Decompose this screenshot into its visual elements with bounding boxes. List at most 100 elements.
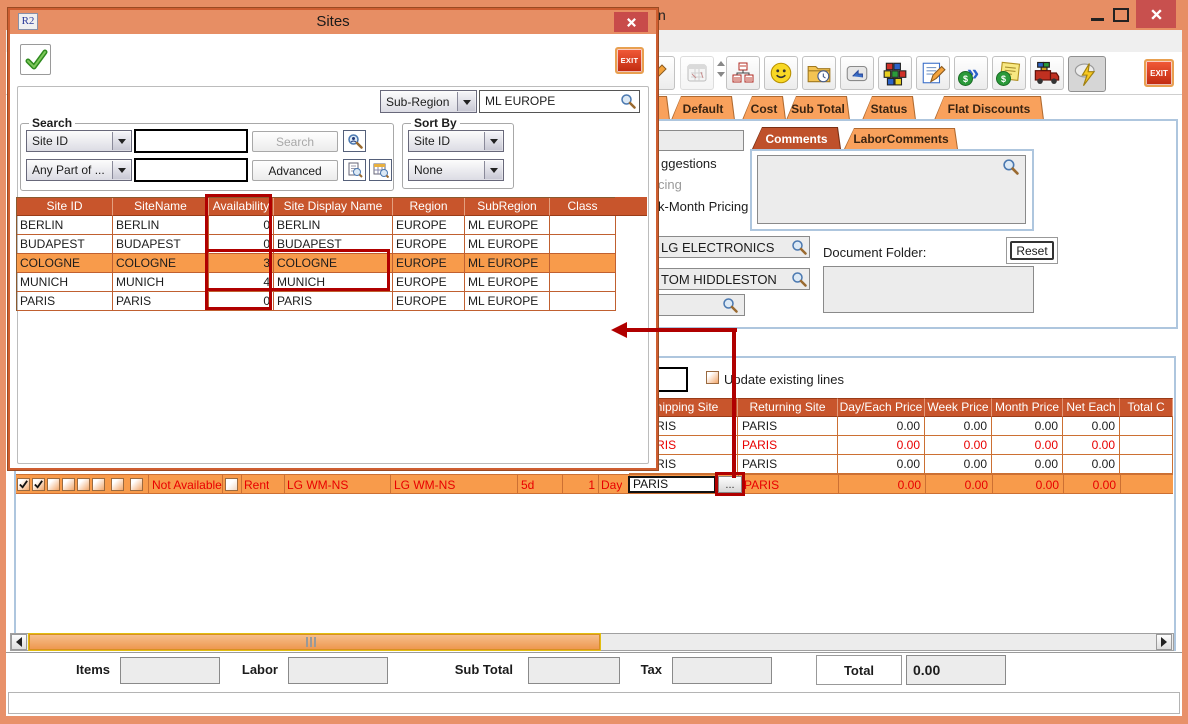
col-site-id[interactable]: Site ID: [17, 198, 113, 216]
row-checkbox-6[interactable]: [92, 478, 105, 491]
row-checkbox-3[interactable]: [47, 478, 60, 491]
advanced-doc-search-button[interactable]: [343, 159, 366, 181]
search-field-combo[interactable]: Site ID: [26, 130, 132, 152]
document-folder-box[interactable]: [823, 266, 1034, 313]
rent-checkbox[interactable]: [225, 478, 238, 491]
row-checkbox-5[interactable]: [77, 478, 90, 491]
price-note-button[interactable]: $: [992, 56, 1026, 90]
main-exit-button[interactable]: EXIT: [1144, 59, 1174, 87]
advanced-value-input[interactable]: [134, 158, 248, 182]
minimize-button[interactable]: [1086, 4, 1108, 26]
customer-button[interactable]: [764, 56, 798, 90]
chevron-down-icon[interactable]: [484, 161, 502, 179]
update-existing-lines-checkbox[interactable]: [706, 371, 719, 384]
dialog-exit-button[interactable]: EXIT: [615, 47, 644, 74]
sites-header-filler: [615, 197, 647, 216]
col-day-each-price[interactable]: Day/Each Price: [838, 398, 925, 417]
col-net-each[interactable]: Net Each: [1063, 398, 1120, 417]
annotation-available-rows: [205, 249, 390, 291]
row-checkbox-1[interactable]: [17, 478, 30, 491]
chevron-down-icon[interactable]: [484, 132, 502, 150]
tab-comments[interactable]: Comments: [752, 127, 841, 149]
advanced-grid-search-button[interactable]: [369, 159, 392, 181]
maximize-button[interactable]: [1110, 4, 1132, 26]
calendar-spinner[interactable]: [716, 58, 725, 88]
application-root: n » $: [0, 0, 1188, 724]
col-month-price[interactable]: Month Price: [992, 398, 1063, 417]
inventory-button[interactable]: [878, 56, 912, 90]
folder-history-button[interactable]: [802, 56, 836, 90]
col-week-price[interactable]: Week Price: [925, 398, 992, 417]
grid-row-2[interactable]: PARIS PARIS 0.00 0.00 0.00 0.00: [629, 436, 1173, 455]
site-row-berlin[interactable]: BERLIN BERLIN 0 BERLIN EUROPE ML EUROPE: [17, 216, 616, 235]
shipping-button[interactable]: [1030, 56, 1064, 90]
col-subregion[interactable]: SubRegion: [465, 198, 550, 216]
availability-status: Not Available: [152, 478, 222, 492]
match-type-combo[interactable]: Any Part of ...: [26, 159, 132, 181]
scroll-left-button[interactable]: [11, 634, 27, 650]
dollar-icon: $: [958, 71, 973, 86]
edit-note-button[interactable]: [916, 56, 950, 90]
vendor-search-icon[interactable]: [791, 239, 807, 258]
comments-search-icon[interactable]: [1002, 158, 1019, 178]
search-button[interactable]: Search: [252, 131, 338, 152]
main-close-button[interactable]: [1136, 0, 1176, 28]
chevron-down-icon[interactable]: [112, 161, 130, 179]
price-forward-button[interactable]: » $: [954, 56, 988, 90]
close-icon: [1150, 8, 1163, 21]
filter-field-combo[interactable]: Sub-Region: [380, 90, 477, 113]
row-checkbox-7[interactable]: [111, 478, 124, 491]
duration-value: 5d: [521, 478, 534, 492]
shipping-site-edit-cell[interactable]: PARIS: [628, 476, 716, 493]
filter-value-field[interactable]: ML EUROPE: [479, 90, 640, 113]
quick-action-button[interactable]: [1068, 56, 1106, 92]
contact-search-icon[interactable]: [791, 271, 807, 290]
check-icon: [33, 479, 44, 490]
grid-selected-row[interactable]: Not Available Rent LG WM-NS LG WM-NS 5d …: [16, 474, 1173, 494]
row-checkbox-4[interactable]: [62, 478, 75, 491]
lookup-search-icon[interactable]: [722, 297, 738, 316]
col-site-display-name[interactable]: Site Display Name: [274, 198, 393, 216]
shortcut-key-button[interactable]: [840, 56, 874, 90]
smiley-icon: [768, 60, 794, 86]
update-existing-lines-label: Update existing lines: [724, 372, 844, 387]
scrollbar-thumb[interactable]: [29, 634, 600, 650]
dialog-title: Sites: [10, 13, 656, 30]
scroll-right-button[interactable]: [1156, 634, 1172, 650]
calendar-button[interactable]: [680, 56, 714, 90]
comments-text-area[interactable]: [757, 155, 1026, 224]
tab-default[interactable]: Default: [671, 96, 735, 120]
accept-button[interactable]: [20, 44, 51, 75]
grid-row-3[interactable]: PARIS PARIS 0.00 0.00 0.00 0.00: [629, 455, 1173, 474]
row-checkbox-8[interactable]: [130, 478, 143, 491]
green-check-icon: [24, 48, 48, 72]
site-row-paris[interactable]: PARIS PARIS 0 PARIS EUROPE ML EUROPE: [17, 292, 616, 311]
col-class[interactable]: Class: [550, 198, 616, 216]
search-value-input[interactable]: [134, 129, 248, 153]
chevron-down-icon[interactable]: [457, 92, 475, 111]
grid-row-1[interactable]: PARIS PARIS 0.00 0.00 0.00 0.00: [629, 417, 1173, 436]
tab-flat-discounts[interactable]: Flat Discounts: [934, 96, 1044, 120]
advanced-button[interactable]: Advanced: [252, 160, 338, 181]
tab-labor-comments[interactable]: LaborComments: [844, 128, 958, 149]
row-checkbox-2[interactable]: [32, 478, 45, 491]
org-chart-icon: [731, 61, 755, 85]
sort-secondary-combo[interactable]: None: [408, 159, 504, 181]
reset-button[interactable]: Reset: [1010, 241, 1054, 260]
col-site-name[interactable]: SiteName: [113, 198, 209, 216]
search-lookup-button[interactable]: [343, 130, 366, 152]
col-region[interactable]: Region: [393, 198, 465, 216]
dialog-close-button[interactable]: [614, 12, 648, 32]
annotation-arrow-shaft-vertical: [732, 328, 736, 478]
close-icon: [626, 17, 637, 28]
sort-group-title: Sort By: [411, 116, 460, 130]
inventory-cubes-icon: [882, 60, 908, 86]
col-total[interactable]: Total C: [1120, 398, 1173, 417]
tab-sub-total[interactable]: Sub Total: [786, 96, 850, 120]
chevron-down-icon[interactable]: [112, 132, 130, 150]
col-returning-site[interactable]: Returning Site: [738, 398, 838, 417]
keyboard-key-icon: [844, 60, 870, 86]
filter-search-icon[interactable]: [620, 93, 636, 112]
org-chart-button[interactable]: [726, 56, 760, 90]
sort-primary-combo[interactable]: Site ID: [408, 130, 504, 152]
